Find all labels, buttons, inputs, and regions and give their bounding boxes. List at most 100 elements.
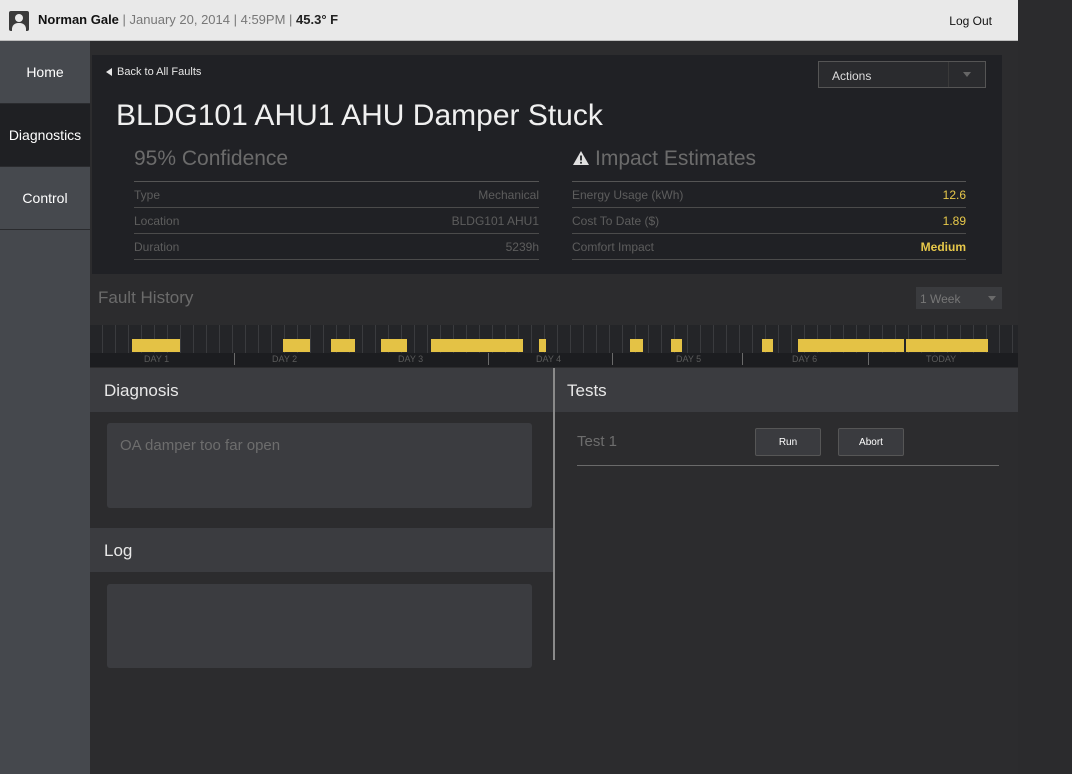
timeline-grid-tick [713,325,714,353]
timeline-grid-tick [778,325,779,353]
timeline-grid-tick [245,325,246,353]
timeline-grid-tick [726,325,727,353]
fault-occurrence-bar [331,339,355,352]
fault-history-timeline: DAY 1 DAY 2 DAY 3 DAY 4 DAY 5 DAY 6 TODA… [90,325,1018,367]
timeline-grid-tick [193,325,194,353]
timeline-grid-tick [570,325,571,353]
user-status-line: Norman Gale | January 20, 2014 | 4:59PM … [38,12,339,27]
day-separator [234,353,235,365]
timeline-grid-tick [219,325,220,353]
impact-estimates-heading: Impact Estimates [572,147,756,171]
back-link-label: Back to All Faults [117,66,202,78]
timeline-grid-tick [583,325,584,353]
timeline-grid-tick [1012,325,1013,353]
detail-row: Duration 5239h [134,234,539,260]
timeline-grid-tick [661,325,662,353]
fault-occurrence-bar [671,339,682,352]
fault-occurrence-bar [630,339,643,352]
fault-details-table: Type Mechanical Location BLDG101 AHU1 Du… [134,181,539,260]
timeline-grid-tick [739,325,740,353]
day-separator [868,353,869,365]
logout-link[interactable]: Log Out [949,14,992,28]
column-divider [553,368,555,660]
timeline-grid-tick [102,325,103,353]
timeline-grid-tick [622,325,623,353]
day-label: DAY 3 [398,354,424,364]
user-icon [9,11,29,31]
outdoor-temperature: 45.3° F [296,12,339,27]
chevron-down-icon [948,62,985,87]
timeline-grid-tick [999,325,1000,353]
timeline-grid-tick [531,325,532,353]
day-separator [742,353,743,365]
abort-test-button[interactable]: Abort [838,428,904,456]
log-heading: Log [104,541,133,560]
timeline-grid-tick [206,325,207,353]
impact-row: Energy Usage (kWh) 12.6 [572,182,966,208]
tests-heading: Tests [567,381,607,400]
history-range-dropdown[interactable]: 1 Week [916,287,1002,309]
back-to-all-faults-link[interactable]: Back to All Faults [106,66,201,78]
fault-occurrence-bar [381,339,407,352]
timeline-grid-tick [700,325,701,353]
sidebar-item-home[interactable]: Home [0,41,90,104]
timeline-grid-tick [596,325,597,353]
day-label: DAY 2 [272,354,298,364]
day-label: DAY 5 [676,354,702,364]
main-content: Back to All Faults Actions BLDG101 AHU1 … [90,41,1018,774]
timeline-grid-tick [557,325,558,353]
fault-history-heading: Fault History [98,288,194,307]
diagnosis-heading: Diagnosis [104,381,179,400]
timeline-grid-tick [362,325,363,353]
fault-occurrence-bar [283,339,310,352]
sidebar-item-diagnostics[interactable]: Diagnostics [0,104,90,167]
timeline-grid-tick [609,325,610,353]
timeline-grid-tick [232,325,233,353]
fault-occurrence-bar [906,339,988,352]
chevron-down-icon [988,296,996,301]
top-bar: Norman Gale | January 20, 2014 | 4:59PM … [0,0,1018,41]
sidebar-item-control[interactable]: Control [0,167,90,230]
impact-estimates-table: Energy Usage (kWh) 12.6 Cost To Date ($)… [572,181,966,260]
fault-summary-panel: Back to All Faults Actions BLDG101 AHU1 … [92,55,1002,274]
timeline-grid-tick [648,325,649,353]
timeline-grid-tick [791,325,792,353]
timeline-grid-tick [271,325,272,353]
actions-label: Actions [832,69,872,83]
timeline-grid-tick [115,325,116,353]
detail-row: Type Mechanical [134,182,539,208]
timeline-grid-tick [323,325,324,353]
timeline-grid-tick [752,325,753,353]
confidence-heading: 95% Confidence [134,147,289,170]
timeline-grid-tick [258,325,259,353]
fault-occurrence-bar [132,339,180,352]
day-label: DAY 1 [144,354,170,364]
warning-icon [573,150,589,165]
user-name: Norman Gale [38,12,119,27]
impact-row: Comfort Impact Medium [572,234,966,260]
diagnosis-text: OA damper too far open [120,437,281,454]
actions-dropdown[interactable]: Actions [818,61,986,88]
fault-title: BLDG101 AHU1 AHU Damper Stuck [116,99,603,132]
day-label: DAY 6 [792,354,818,364]
test-name: Test 1 [577,433,618,450]
current-time: 4:59PM [240,12,286,27]
timeline-grid-tick [128,325,129,353]
day-label: DAY 4 [536,354,562,364]
detail-row: Location BLDG101 AHU1 [134,208,539,234]
history-range-label: 1 Week [920,292,961,306]
fault-occurrence-bar [431,339,523,352]
timeline-grid-tick [180,325,181,353]
timeline-grid-tick [310,325,311,353]
diagnosis-section-header: Diagnosis [90,368,553,412]
back-arrow-icon [106,68,112,77]
day-separator [488,353,489,365]
test-row-divider [577,465,999,466]
fault-occurrence-bar [539,339,546,352]
impact-row: Cost To Date ($) 1.89 [572,208,966,234]
timeline-grid-tick [687,325,688,353]
diagnosis-box: OA damper too far open [107,423,532,508]
timeline-grid-tick [375,325,376,353]
run-test-button[interactable]: Run [755,428,821,456]
log-section-header: Log [90,528,553,572]
